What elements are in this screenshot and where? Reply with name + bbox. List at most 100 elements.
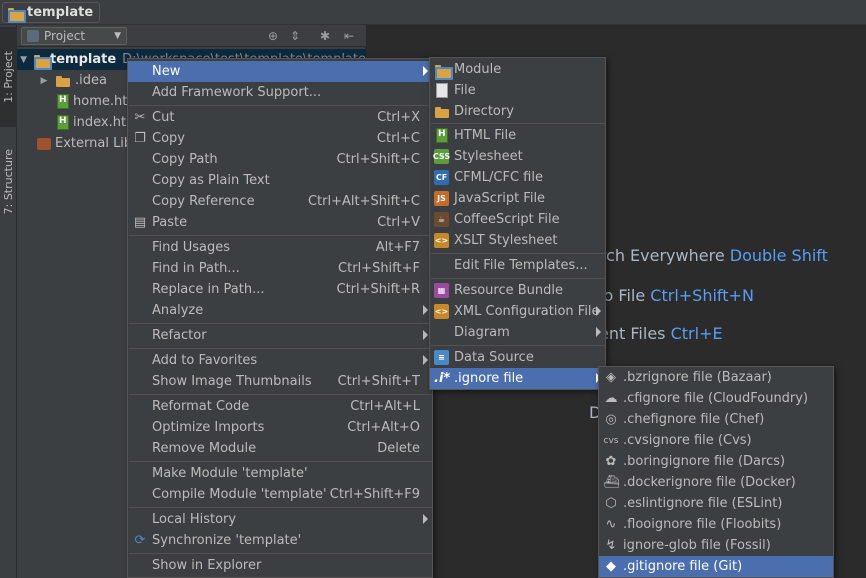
hint-search-everywhere: Search Everywhere Double Shift [570,246,828,265]
chef-icon: ◎ [605,412,617,427]
tree-label: .idea [75,73,107,88]
menu-item-module[interactable]: Module [430,59,605,80]
menu-item-label: Local History [152,512,237,527]
cloudfoundry-icon: ☁ [604,391,618,406]
sync-icon: ⟳ [134,533,146,548]
tool-tab-structure-label: 7: Structure [2,149,15,215]
menu-item-make-module[interactable]: Make Module 'template' [128,463,432,484]
menu-item-xml-configuration-file[interactable]: <> XML Configuration File [430,301,605,322]
submenu-arrow-icon [423,330,428,340]
menu-item-eslintignore[interactable]: ⬡ .eslintignore file (ESLint) [599,493,833,514]
menu-item-chefignore[interactable]: ◎ .chefignore file (Chef) [599,409,833,430]
menu-item-html-file[interactable]: HTML File [430,125,605,146]
hide-panel-icon[interactable]: ⇤ [341,28,357,44]
tool-tab-structure[interactable]: 7: Structure [0,137,17,227]
menu-item-analyze[interactable]: Analyze [128,300,432,321]
menu-item-add-framework-support[interactable]: Add Framework Support... [128,82,432,103]
project-panel-header: Project ▼ ⊕ ⇕ ✱ ⇤ [17,25,366,47]
menu-item-diagram[interactable]: Diagram [430,322,605,343]
hint-key: Double Shift [729,246,828,265]
menu-item-ignore-file[interactable]: .i* .ignore file [430,368,605,389]
menu-separator [431,123,606,124]
menu-item-label: Copy Reference [152,194,255,209]
tool-tab-project[interactable]: 1: Project [0,27,17,127]
tree-row-idea[interactable]: ▶ .idea [37,70,107,91]
cfml-file-icon: CF [434,170,449,185]
menu-item-gitignore[interactable]: ◆ .gitignore file (Git) [599,556,833,577]
hint-key: Ctrl+E [670,324,723,343]
submenu-arrow-icon [423,514,428,524]
menu-item-synchronize[interactable]: ⟳ Synchronize 'template' [128,530,432,551]
menu-item-dockerignore[interactable]: ⛴ .dockerignore file (Docker) [599,472,833,493]
menu-item-paste[interactable]: ▤ Paste Ctrl+V [128,212,432,233]
menu-item-flooignore[interactable]: ∿ .flooignore file (Floobits) [599,514,833,535]
menu-item-copy-path[interactable]: Copy Path Ctrl+Shift+C [128,149,432,170]
submenu-arrow-icon [596,306,601,316]
menu-item-label: HTML File [454,128,517,143]
css-file-icon: CSS [433,149,450,164]
menu-item-data-source[interactable]: ≡ Data Source [430,347,605,368]
menu-separator [431,278,606,279]
menu-item-cfml-file[interactable]: CF CFML/CFC file [430,167,605,188]
menu-item-optimize-imports[interactable]: Optimize Imports Ctrl+Alt+O [128,417,432,438]
menu-item-find-in-path[interactable]: Find in Path... Ctrl+Shift+F [128,258,432,279]
menu-item-shortcut: Ctrl+X [377,110,420,125]
menu-item-label: Make Module 'template' [152,466,308,481]
project-name: template [27,5,94,20]
git-icon: ◆ [606,559,616,574]
menu-item-remove-module[interactable]: Remove Module Delete [128,438,432,459]
submenu-arrow-icon [596,327,601,337]
menu-item-directory[interactable]: Directory [430,101,605,122]
breadcrumb-project[interactable]: template [2,2,101,23]
ignore-file-submenu: ◈ .bzrignore file (Bazaar) ☁ .cfignore f… [598,366,834,578]
menu-item-new[interactable]: New [128,61,432,82]
menu-item-cut[interactable]: ✂ Cut Ctrl+X [128,107,432,128]
menu-item-boringignore[interactable]: ✿ .boringignore file (Darcs) [599,451,833,472]
menu-item-label: Replace in Path... [152,282,265,297]
hint-key: Ctrl+Shift+N [650,286,754,305]
menu-item-stylesheet[interactable]: CSS Stylesheet [430,146,605,167]
menu-item-label: CFML/CFC file [454,170,543,185]
menu-item-edit-file-templates[interactable]: Edit File Templates... [430,255,605,276]
menu-item-label: Stylesheet [454,149,523,164]
menu-item-cfignore[interactable]: ☁ .cfignore file (CloudFoundry) [599,388,833,409]
library-icon [37,137,51,150]
target-icon[interactable]: ⊕ [265,28,281,44]
tree-label: template [50,52,117,67]
menu-item-copy-plain-text[interactable]: Copy as Plain Text [128,170,432,191]
menu-item-label: Show Image Thumbnails [152,374,312,389]
menu-item-find-usages[interactable]: Find Usages Alt+F7 [128,237,432,258]
menu-item-show-in-explorer[interactable]: Show in Explorer [128,555,432,576]
menu-item-cvsignore[interactable]: cvs .cvsignore file (Cvs) [599,430,833,451]
menu-item-compile-module[interactable]: Compile Module 'template' Ctrl+Shift+F9 [128,484,432,505]
menu-item-file[interactable]: File [430,80,605,101]
menu-item-label: Paste [152,215,188,230]
menu-item-shortcut: Ctrl+Shift+F [338,261,420,276]
menu-item-ignore-glob[interactable]: ↯ ignore-glob file (Fossil) [599,535,833,556]
menu-item-label: XML Configuration File [454,304,600,319]
menu-item-xslt-stylesheet[interactable]: <> XSLT Stylesheet [430,230,605,251]
menu-item-local-history[interactable]: Local History [128,509,432,530]
menu-item-refactor[interactable]: Refactor [128,325,432,346]
menu-item-reformat-code[interactable]: Reformat Code Ctrl+Alt+L [128,396,432,417]
menu-item-resource-bundle[interactable]: ▦ Resource Bundle [430,280,605,301]
expand-arrow-icon[interactable]: ▶ [37,76,51,86]
menu-item-replace-in-path[interactable]: Replace in Path... Ctrl+Shift+R [128,279,432,300]
menu-item-add-to-favorites[interactable]: Add to Favorites [128,350,432,371]
paste-icon: ▤ [133,215,147,230]
menu-item-copy[interactable]: ❐ Copy Ctrl+C [128,128,432,149]
gear-icon[interactable]: ✱ [317,28,333,44]
menu-item-label: .ignore file [454,371,524,386]
menu-item-bzrignore[interactable]: ◈ .bzrignore file (Bazaar) [599,367,833,388]
menu-item-copy-reference[interactable]: Copy Reference Ctrl+Alt+Shift+C [128,191,432,212]
menu-item-label: .chefignore file (Chef) [623,412,765,427]
project-view-selector[interactable]: Project ▼ [21,27,127,45]
menu-item-show-image-thumbnails[interactable]: Show Image Thumbnails Ctrl+Shift+T [128,371,432,392]
expand-arrow-icon[interactable]: ▼ [18,55,29,65]
menu-item-label: Add Framework Support... [152,85,322,100]
menu-item-javascript-file[interactable]: JS JavaScript File [430,188,605,209]
menu-item-shortcut: Ctrl+Shift+T [337,374,420,389]
menu-separator [129,323,433,324]
collapse-all-icon[interactable]: ⇕ [287,28,303,44]
menu-item-coffeescript-file[interactable]: ☕ CoffeeScript File [430,209,605,230]
